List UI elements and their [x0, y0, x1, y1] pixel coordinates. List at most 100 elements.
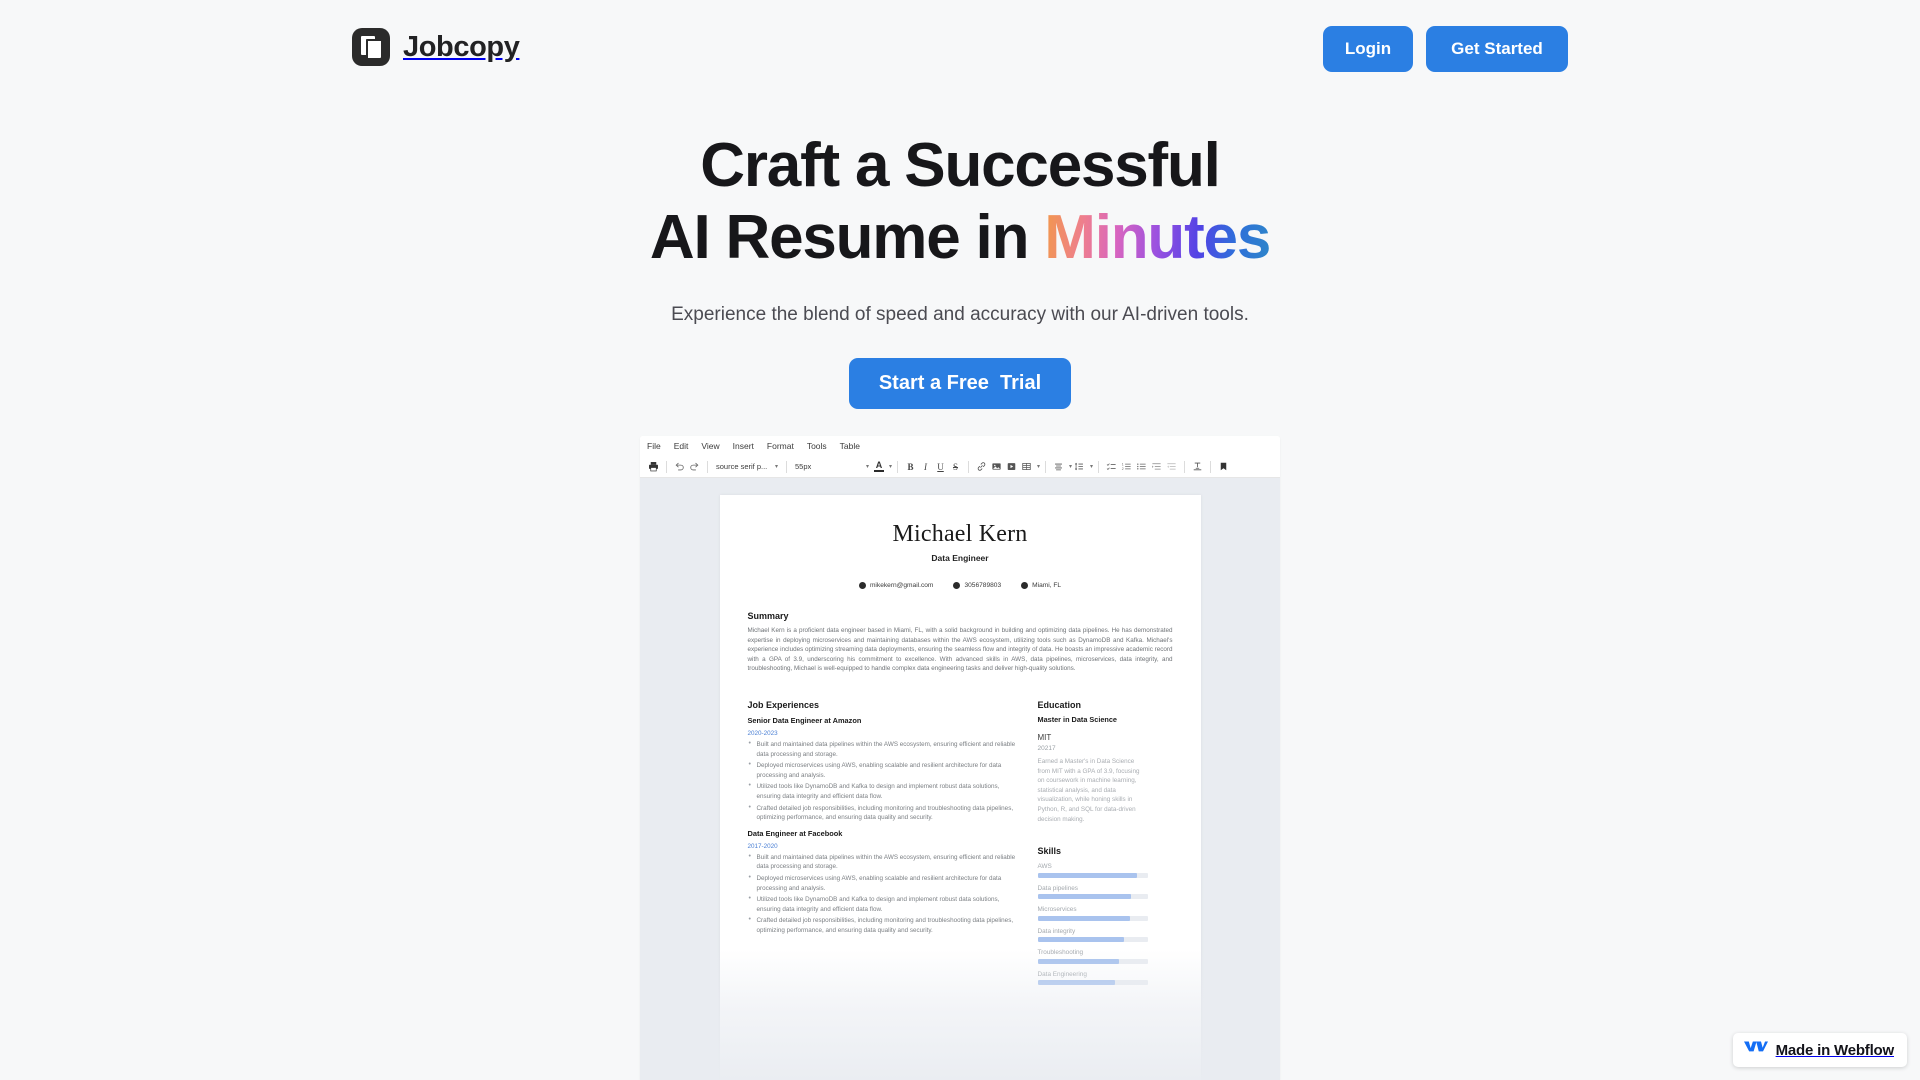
start-free-trial-button[interactable]: Start a Free Trial [848, 358, 1072, 409]
text-color-chevron-down-icon[interactable]: ▾ [889, 463, 892, 470]
skill-bar-track [1037, 872, 1148, 878]
bold-button[interactable]: B [903, 459, 918, 475]
italic-button[interactable]: I [918, 459, 933, 475]
link-icon[interactable] [974, 459, 989, 475]
resume-editor-window: File Edit View Insert Format Tools Table… [640, 436, 1280, 1080]
location-icon [1021, 582, 1029, 589]
skill-item: AWS [1037, 863, 1148, 878]
education-school: MIT [1037, 732, 1052, 742]
menu-item-file[interactable]: File [647, 441, 661, 451]
skill-item: Troubleshooting [1037, 949, 1148, 964]
print-icon[interactable] [646, 459, 661, 475]
email-icon [858, 582, 866, 589]
page-title: Craft a Successful AI Resume in Minutes [0, 130, 1920, 274]
education-description: Earned a Master's in Data Science from M… [1037, 757, 1140, 823]
menu-item-view[interactable]: View [701, 441, 719, 451]
job-entry: Senior Data Engineer at Amazon 2020-2023… [748, 716, 1016, 823]
job-dates: 2017-2020 [747, 842, 778, 850]
contact-email-value: mikekern@gmail.com [869, 582, 934, 589]
editor-canvas: Michael Kern Data Engineer mikekern@gmai… [640, 478, 1280, 1080]
header-actions: Login Get Started [1323, 26, 1568, 72]
clear-format-icon[interactable] [1190, 459, 1205, 475]
skill-name: Data Engineering [1037, 970, 1087, 978]
align-icon[interactable] [1051, 459, 1066, 475]
font-size-select[interactable]: 55px ▾ [792, 459, 872, 475]
menu-item-edit[interactable]: Edit [674, 441, 689, 451]
contact-phone: 3056789803 [953, 582, 1001, 589]
summary-text: Michael Kern is a proficient data engine… [747, 627, 1173, 673]
contact-email: mikekern@gmail.com [858, 582, 934, 589]
skill-item: Data Engineering [1037, 970, 1148, 986]
video-icon[interactable] [1004, 459, 1019, 475]
menu-item-table[interactable]: Table [840, 441, 860, 451]
font-size-value: 55px [795, 462, 812, 471]
skill-item: Microservices [1037, 906, 1148, 921]
table-chevron-down-icon[interactable]: ▾ [1037, 463, 1040, 470]
job-bullet: Utilized tools like DynamoDB and Kafka t… [748, 894, 1016, 914]
skill-bar-fill [1037, 872, 1137, 878]
job-bullets: Built and maintained data pipelines with… [748, 852, 1016, 936]
brand-logo-link[interactable]: Jobcopy [352, 28, 520, 66]
contact-phone-value: 3056789803 [964, 582, 1002, 589]
checklist-icon[interactable] [1104, 459, 1119, 475]
phone-icon [953, 582, 961, 589]
job-entry: Data Engineer at Facebook 2017-2020 Buil… [748, 829, 1016, 936]
image-icon[interactable] [989, 459, 1004, 475]
login-button[interactable]: Login [1323, 26, 1413, 72]
undo-icon[interactable] [672, 459, 687, 475]
numbered-list-icon[interactable]: 12 [1119, 459, 1134, 475]
skill-bar-fill [1037, 958, 1119, 964]
indent-increase-icon[interactable] [1149, 459, 1164, 475]
get-started-button[interactable]: Get Started [1426, 26, 1568, 72]
skill-item: Data integrity [1037, 927, 1148, 943]
headline-line-1: Craft a Successful [700, 131, 1221, 200]
skill-bar-fill [1037, 937, 1125, 943]
job-bullets: Built and maintained data pipelines with… [748, 739, 1016, 823]
jobcopy-logo-icon [352, 28, 390, 66]
headline-gradient-word: Minutes [1044, 203, 1271, 272]
table-icon[interactable] [1019, 459, 1034, 475]
underline-button[interactable]: U [933, 459, 948, 475]
education-degree: Master in Data Science [1037, 714, 1118, 724]
menu-item-tools[interactable]: Tools [807, 441, 827, 451]
made-in-webflow-badge[interactable]: Made in Webflow [1732, 1033, 1907, 1067]
bookmark-icon[interactable] [1216, 459, 1231, 475]
hero-section: Craft a Successful AI Resume in Minutes … [0, 130, 1920, 409]
skill-name: Troubleshooting [1037, 949, 1084, 957]
skill-bar-fill [1037, 915, 1130, 921]
skill-bar-track [1037, 937, 1148, 943]
strikethrough-button[interactable]: S [948, 459, 963, 475]
line-height-icon[interactable] [1072, 459, 1087, 475]
skill-name: Data integrity [1037, 927, 1076, 935]
skill-name: AWS [1037, 863, 1052, 871]
indent-decrease-icon[interactable] [1164, 459, 1179, 475]
education-year: 20217 [1037, 744, 1056, 752]
skill-name: Data pipelines [1037, 884, 1079, 892]
skill-item: Data pipelines [1037, 884, 1148, 900]
resume-contacts: mikekern@gmail.com 3056789803 Miami, FL [748, 582, 1173, 589]
job-bullet: Utilized tools like DynamoDB and Kafka t… [748, 781, 1016, 801]
text-color-letter: A [875, 460, 883, 470]
contact-location-value: Miami, FL [1032, 582, 1062, 589]
job-bullet: Deployed microservices using AWS, enabli… [748, 760, 1016, 780]
summary-heading: Summary [747, 611, 789, 621]
resume-left-column: Job Experiences Senior Data Engineer at … [748, 678, 1016, 985]
contact-location: Miami, FL [1021, 582, 1061, 589]
skill-name: Microservices [1037, 906, 1077, 914]
menu-item-format[interactable]: Format [767, 441, 794, 451]
hero-subtitle: Experience the blend of speed and accura… [671, 304, 1249, 325]
job-title: Senior Data Engineer at Amazon [747, 715, 862, 725]
text-color-button[interactable]: A [872, 461, 886, 472]
skills-heading: Skills [1037, 846, 1062, 857]
resume-columns: Job Experiences Senior Data Engineer at … [748, 678, 1173, 986]
job-dates: 2020-2023 [747, 729, 778, 737]
job-bullet: Built and maintained data pipelines with… [748, 852, 1016, 872]
made-in-webflow-label: Made in Webflow [1775, 1041, 1895, 1059]
font-family-select[interactable]: source serif p... ▾ [713, 459, 781, 475]
line-height-chevron-down-icon[interactable]: ▾ [1090, 463, 1093, 470]
resume-role: Data Engineer [931, 553, 989, 563]
menu-item-insert[interactable]: Insert [733, 441, 754, 451]
bullet-list-icon[interactable] [1134, 459, 1149, 475]
redo-icon[interactable] [687, 459, 702, 475]
job-experiences-heading: Job Experiences [747, 699, 820, 710]
